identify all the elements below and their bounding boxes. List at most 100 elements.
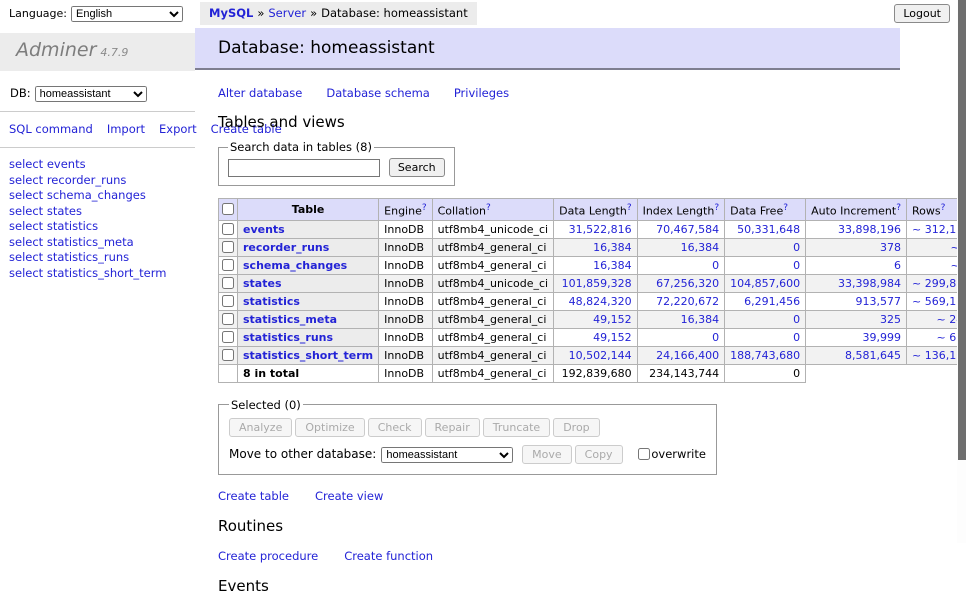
row-checkbox[interactable] [222, 277, 234, 289]
index-length-link[interactable]: 24,166,400 [656, 349, 719, 362]
table-name-link[interactable]: recorder_runs [243, 241, 329, 254]
row-checkbox[interactable] [222, 313, 234, 325]
scrollbar-thumb[interactable] [958, 0, 966, 460]
data-length-link[interactable]: 31,522,816 [569, 223, 632, 236]
privileges-link[interactable]: Privileges [454, 86, 509, 100]
help-icon[interactable]: ? [896, 203, 901, 213]
data-length-link[interactable]: 16,384 [593, 259, 632, 272]
index-length-link[interactable]: 67,256,320 [656, 277, 719, 290]
copy-button[interactable]: Copy [575, 445, 623, 464]
index-length-link[interactable]: 0 [712, 331, 719, 344]
data-free-link[interactable]: 50,331,648 [737, 223, 800, 236]
data-free-link[interactable]: 0 [793, 313, 800, 326]
check-button[interactable]: Check [368, 418, 422, 437]
table-name-link[interactable]: statistics_short_term [243, 349, 373, 362]
data-free-link[interactable]: 6,291,456 [744, 295, 800, 308]
collation-cell: utf8mb4_general_ci [432, 256, 553, 274]
table-name-link[interactable]: statistics_meta [243, 313, 337, 326]
table-name-link[interactable]: statistics [243, 295, 300, 308]
breadcrumb-server-link[interactable]: Server [268, 6, 306, 20]
row-checkbox[interactable] [222, 349, 234, 361]
data-free-link[interactable]: 104,857,600 [730, 277, 800, 290]
create-function-link[interactable]: Create function [344, 549, 433, 563]
data-free-link[interactable]: 0 [793, 331, 800, 344]
index-length-link[interactable]: 0 [712, 259, 719, 272]
sidebar-item-select-statistics_runs[interactable]: select statistics_runs [9, 251, 195, 264]
alter-database-link[interactable]: Alter database [218, 86, 302, 100]
data-length-link[interactable]: 10,502,144 [569, 349, 632, 362]
database-schema-link[interactable]: Database schema [326, 86, 429, 100]
table-name-link[interactable]: statistics_runs [243, 331, 333, 344]
row-checkbox[interactable] [222, 295, 234, 307]
move-button[interactable]: Move [522, 445, 572, 464]
data-length-link[interactable]: 49,152 [593, 331, 632, 344]
total-engine: InnoDB [379, 364, 432, 382]
auto-increment-link[interactable]: 325 [880, 313, 901, 326]
sidebar-item-select-recorder_runs[interactable]: select recorder_runs [9, 174, 195, 187]
db-select[interactable]: homeassistant [35, 86, 147, 102]
data-free-link[interactable]: 188,743,680 [730, 349, 800, 362]
help-icon[interactable]: ? [941, 203, 946, 213]
auto-increment-link[interactable]: 8,581,645 [845, 349, 901, 362]
create-view-link[interactable]: Create view [315, 489, 383, 503]
table-name-link[interactable]: states [243, 277, 282, 290]
sidebar-item-select-states[interactable]: select states [9, 205, 195, 218]
row-checkbox[interactable] [222, 223, 234, 235]
move-database-select[interactable]: homeassistant [381, 447, 513, 463]
auto-increment-link[interactable]: 6 [894, 259, 901, 272]
index-length-link[interactable]: 16,384 [681, 241, 720, 254]
engine-cell: InnoDB [379, 220, 432, 238]
data-length-link[interactable]: 101,859,328 [562, 277, 632, 290]
overwrite-checkbox[interactable] [638, 448, 650, 460]
help-icon[interactable]: ? [783, 203, 788, 213]
analyze-button[interactable]: Analyze [229, 418, 292, 437]
help-icon[interactable]: ? [422, 203, 427, 213]
drop-button[interactable]: Drop [553, 418, 599, 437]
create-table-link-bottom[interactable]: Create table [218, 489, 289, 503]
index-length-link[interactable]: 72,220,672 [656, 295, 719, 308]
repair-button[interactable]: Repair [425, 418, 480, 437]
table-name-link[interactable]: events [243, 223, 285, 236]
create-links-row: Create table Create view [218, 489, 900, 503]
sidebar-item-select-events[interactable]: select events [9, 158, 195, 171]
breadcrumb-mysql-link[interactable]: MySQL [209, 6, 253, 20]
logout-button[interactable]: Logout [894, 4, 950, 23]
data-free-link[interactable]: 0 [793, 259, 800, 272]
sql-command-link[interactable]: SQL command [9, 122, 93, 136]
data-free-link[interactable]: 0 [793, 241, 800, 254]
optimize-button[interactable]: Optimize [295, 418, 364, 437]
scrollbar[interactable] [957, 0, 966, 543]
row-checkbox[interactable] [222, 259, 234, 271]
sidebar-item-select-statistics[interactable]: select statistics [9, 220, 195, 233]
auto-increment-link[interactable]: 33,898,196 [838, 223, 901, 236]
search-button[interactable]: Search [389, 158, 445, 177]
truncate-button[interactable]: Truncate [483, 418, 550, 437]
column-header-data-free: Data Free? [725, 199, 806, 221]
row-checkbox[interactable] [222, 331, 234, 343]
help-icon[interactable]: ? [627, 203, 632, 213]
auto-increment-link[interactable]: 39,999 [863, 331, 902, 344]
index-length-link[interactable]: 70,467,584 [656, 223, 719, 236]
sidebar-item-select-statistics_short_term[interactable]: select statistics_short_term [9, 267, 195, 280]
sidebar-item-select-statistics_meta[interactable]: select statistics_meta [9, 236, 195, 249]
table-row: statistics_short_term InnoDB utf8mb4_gen… [219, 346, 966, 364]
import-link[interactable]: Import [107, 122, 145, 136]
help-icon[interactable]: ? [714, 203, 719, 213]
table-name-link[interactable]: schema_changes [243, 259, 347, 272]
row-checkbox[interactable] [222, 241, 234, 253]
index-length-link[interactable]: 16,384 [681, 313, 720, 326]
select-all-checkbox[interactable] [222, 203, 234, 215]
data-length-link[interactable]: 49,152 [593, 313, 632, 326]
help-icon[interactable]: ? [486, 203, 491, 213]
create-procedure-link[interactable]: Create procedure [218, 549, 318, 563]
export-link[interactable]: Export [159, 122, 197, 136]
sidebar-actions: SQL commandImportExportCreate table [9, 121, 187, 138]
auto-increment-link[interactable]: 378 [880, 241, 901, 254]
data-length-link[interactable]: 48,824,320 [569, 295, 632, 308]
search-input[interactable] [228, 159, 380, 177]
auto-increment-link[interactable]: 913,577 [856, 295, 902, 308]
auto-increment-link[interactable]: 33,398,984 [838, 277, 901, 290]
sidebar-item-select-schema_changes[interactable]: select schema_changes [9, 189, 195, 202]
table-row: statistics InnoDB utf8mb4_general_ci 48,… [219, 292, 966, 310]
data-length-link[interactable]: 16,384 [593, 241, 632, 254]
